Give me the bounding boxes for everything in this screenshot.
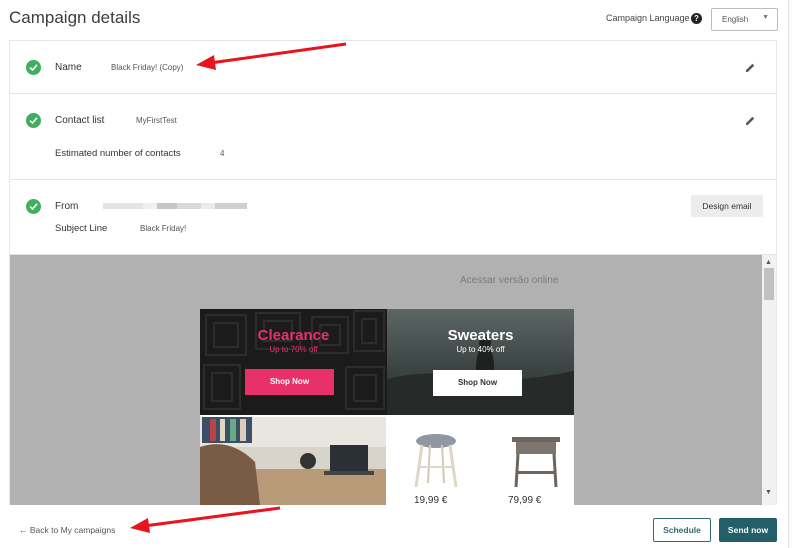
desk-image <box>200 417 386 505</box>
check-circle-icon <box>26 113 41 128</box>
view-online-link[interactable]: Acessar versão online <box>460 275 558 286</box>
arrow-left-icon: ← <box>19 525 28 535</box>
product-price: 19,99 € <box>414 495 448 505</box>
product-price: 79,99 € <box>508 495 542 505</box>
email-body: Clearance Up to 70% off Shop Now Sweater… <box>200 309 574 505</box>
desk-illustration <box>200 417 386 505</box>
name-label: Name <box>55 62 82 73</box>
stool-image <box>414 434 458 488</box>
design-email-button[interactable]: Design email <box>691 195 763 217</box>
annotation-arrow-back <box>130 506 281 533</box>
sweaters-subtitle: Up to 40% off <box>456 345 505 354</box>
campaign-language-label: Campaign Language <box>606 13 690 23</box>
scroll-up-icon[interactable]: ▲ <box>765 259 772 266</box>
chevron-down-icon: ▼ <box>762 14 769 21</box>
clearance-title: Clearance <box>257 327 330 344</box>
check-circle-icon <box>26 199 41 214</box>
language-select[interactable]: English ▼ <box>711 8 778 31</box>
window-edge <box>788 0 792 548</box>
page-header: Campaign details Campaign Language ? Eng… <box>0 0 792 40</box>
clearance-subtitle: Up to 70% off <box>269 345 318 354</box>
sweaters-shop-now-button[interactable]: Shop Now <box>433 370 522 396</box>
maze-pattern <box>203 310 385 410</box>
landscape-image <box>387 337 574 415</box>
campaign-details-page: Campaign details Campaign Language ? Eng… <box>0 0 792 548</box>
sweaters-banner: Sweaters Up to 40% off Shop Now <box>387 309 574 415</box>
language-select-value: English <box>722 15 749 24</box>
help-icon[interactable]: ? <box>691 13 702 24</box>
page-title: Campaign details <box>9 8 141 27</box>
contact-list-section: Contact list MyFirstTest Estimated numbe… <box>10 94 776 180</box>
contact-list-label: Contact list <box>55 115 105 126</box>
schedule-button[interactable]: Schedule <box>653 518 711 542</box>
back-link-label: Back to My campaigns <box>29 525 116 535</box>
check-circle-icon <box>26 60 41 75</box>
scroll-thumb[interactable] <box>764 268 774 300</box>
side-table-image <box>512 437 560 488</box>
clearance-banner: Clearance Up to 70% off Shop Now <box>200 309 387 415</box>
pencil-icon[interactable] <box>744 114 756 126</box>
estimated-contacts-label: Estimated number of contacts <box>55 148 181 159</box>
from-label: From <box>55 201 79 212</box>
subject-line-value: Black Friday! <box>140 224 187 233</box>
clearance-shop-now-button[interactable]: Shop Now <box>245 369 334 395</box>
preview-scrollbar[interactable]: ▲ ▼ <box>762 255 776 505</box>
from-section: From Subject Line Black Friday! Design e… <box>10 180 776 255</box>
product-row: 19,99 € 79,99 € <box>200 417 574 505</box>
subject-line-label: Subject Line <box>55 223 108 234</box>
email-preview[interactable]: Acessar versão online Clearance Up to 70… <box>10 255 776 505</box>
send-now-button[interactable]: Send now <box>719 518 777 542</box>
pencil-icon[interactable] <box>744 61 756 73</box>
contact-list-value: MyFirstTest <box>136 116 177 125</box>
name-section: Name Black Friday! (Copy) <box>10 41 776 94</box>
estimated-contacts-value: 4 <box>220 149 225 158</box>
campaign-summary-card: Name Black Friday! (Copy) Contact list M… <box>9 40 777 505</box>
sweaters-title: Sweaters <box>447 327 514 344</box>
name-value: Black Friday! (Copy) <box>111 63 184 72</box>
scroll-down-icon[interactable]: ▼ <box>765 489 772 496</box>
back-to-campaigns-link[interactable]: ← Back to My campaigns <box>19 525 115 535</box>
